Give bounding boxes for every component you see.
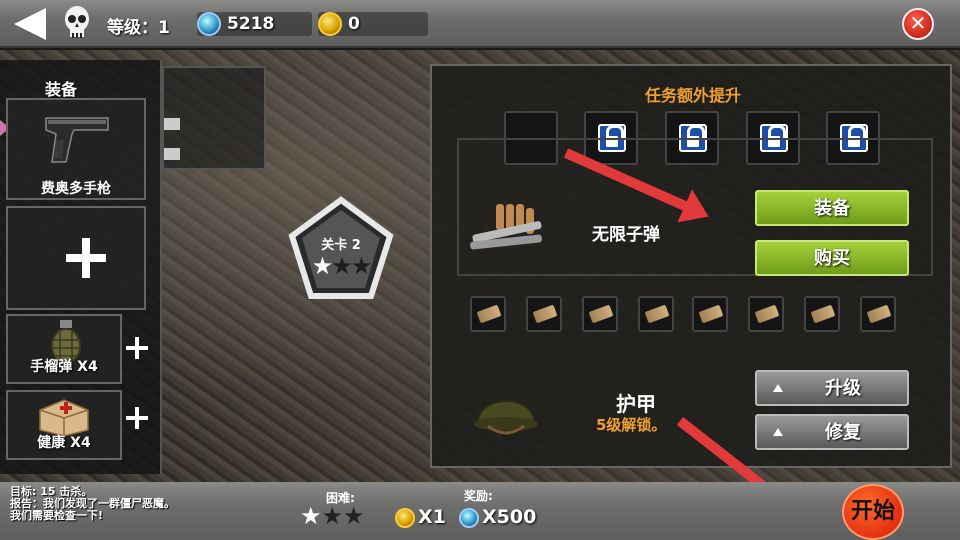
start-button[interactable]: 开始: [842, 484, 904, 540]
difficulty-stars: ★★★: [300, 502, 365, 530]
up-triangle-icon: [773, 428, 783, 436]
ammo-icon: [754, 304, 780, 324]
ammo-option[interactable]: [638, 296, 674, 332]
gem-icon: [197, 12, 221, 36]
health-label: 健康 X4: [37, 435, 91, 451]
level-text: 等级：1: [107, 18, 170, 38]
repair-button[interactable]: 修复: [755, 414, 909, 450]
medkit-icon: [39, 399, 89, 436]
mission-tab[interactable]: [162, 66, 266, 170]
ammo-icon: [866, 304, 892, 324]
ammo-label: 无限子弹: [592, 225, 660, 245]
repair-label: 修复: [825, 422, 861, 443]
ammo-icon: [476, 304, 502, 324]
weapon-slot[interactable]: 费奥多手枪: [6, 98, 146, 200]
ammo-icon: [532, 304, 558, 324]
coin-amount: 0: [348, 14, 360, 34]
coin-icon: [395, 508, 415, 528]
skull-icon: [65, 6, 89, 38]
up-triangle-icon: [773, 384, 783, 392]
armor-subtitle: 5级解锁。: [596, 416, 667, 434]
upgrade-label: 升级: [825, 378, 861, 399]
equipment-title: 装备: [45, 80, 78, 99]
grenade-slot[interactable]: 手榴弹 X4: [6, 314, 122, 384]
star-icon: ★: [311, 252, 333, 280]
upgrade-button[interactable]: 升级: [755, 370, 909, 406]
star-icon: ★: [331, 252, 352, 280]
gem-amount: 5218: [227, 14, 275, 34]
stage-label: 关卡 2: [321, 238, 361, 253]
ammo-option[interactable]: [692, 296, 728, 332]
bonus-title: 任务额外提升: [645, 86, 742, 105]
ammo-icon: [644, 304, 670, 324]
star-icon: ★: [300, 502, 322, 530]
back-arrow-icon[interactable]: [14, 8, 46, 40]
ammo-option[interactable]: [470, 296, 506, 332]
plus-icon: [66, 238, 106, 278]
coin-counter[interactable]: 0: [318, 12, 428, 36]
buy-button[interactable]: 购买: [755, 240, 909, 276]
helmet-icon: [474, 400, 538, 435]
armor-title: 护甲: [616, 392, 656, 416]
stage-stars: ★★★: [288, 252, 394, 280]
ammo-option[interactable]: [860, 296, 896, 332]
stage-badge[interactable]: 关卡 2 ★★★: [288, 196, 394, 300]
top-bar: 等级：1 5218 0 ✕: [0, 0, 960, 48]
gem-icon: [459, 508, 479, 528]
mission-goal: 目标: 15 击杀。 报告：我们发现了一群僵尸恶魔。 我们需要检查一下!: [10, 486, 175, 522]
ammo-option[interactable]: [526, 296, 562, 332]
ammo-icon: [810, 304, 836, 324]
pistol-icon: [45, 117, 109, 163]
reward-gems: X500: [482, 506, 537, 528]
tab-bar: [164, 148, 180, 160]
ammo-option[interactable]: [582, 296, 618, 332]
add-weapon-slot[interactable]: [6, 206, 146, 310]
ammo-icon: [698, 304, 724, 324]
ammo-option[interactable]: [804, 296, 840, 332]
reward-label: 奖励:: [464, 489, 493, 503]
add-health-icon[interactable]: [126, 407, 148, 429]
equip-button[interactable]: 装备: [755, 190, 909, 226]
health-slot[interactable]: 健康 X4: [6, 390, 122, 460]
tab-bar: [164, 118, 180, 130]
weapon-label: 费奥多手枪: [41, 181, 111, 197]
gem-counter[interactable]: 5218: [197, 12, 312, 36]
bullets-icon: [470, 204, 542, 250]
star-icon: ★: [321, 502, 344, 530]
add-grenade-icon[interactable]: [126, 337, 148, 359]
star-icon: ★: [350, 252, 372, 280]
ammo-option[interactable]: [748, 296, 784, 332]
grenade-label: 手榴弹 X4: [30, 359, 98, 375]
coin-icon: [318, 12, 342, 36]
close-icon[interactable]: ✕: [902, 8, 934, 40]
reward-coins: X1: [418, 506, 446, 528]
ammo-icon: [588, 304, 614, 324]
goal-text-2: 我们需要检查一下!: [10, 509, 104, 522]
star-icon: ★: [343, 502, 365, 530]
